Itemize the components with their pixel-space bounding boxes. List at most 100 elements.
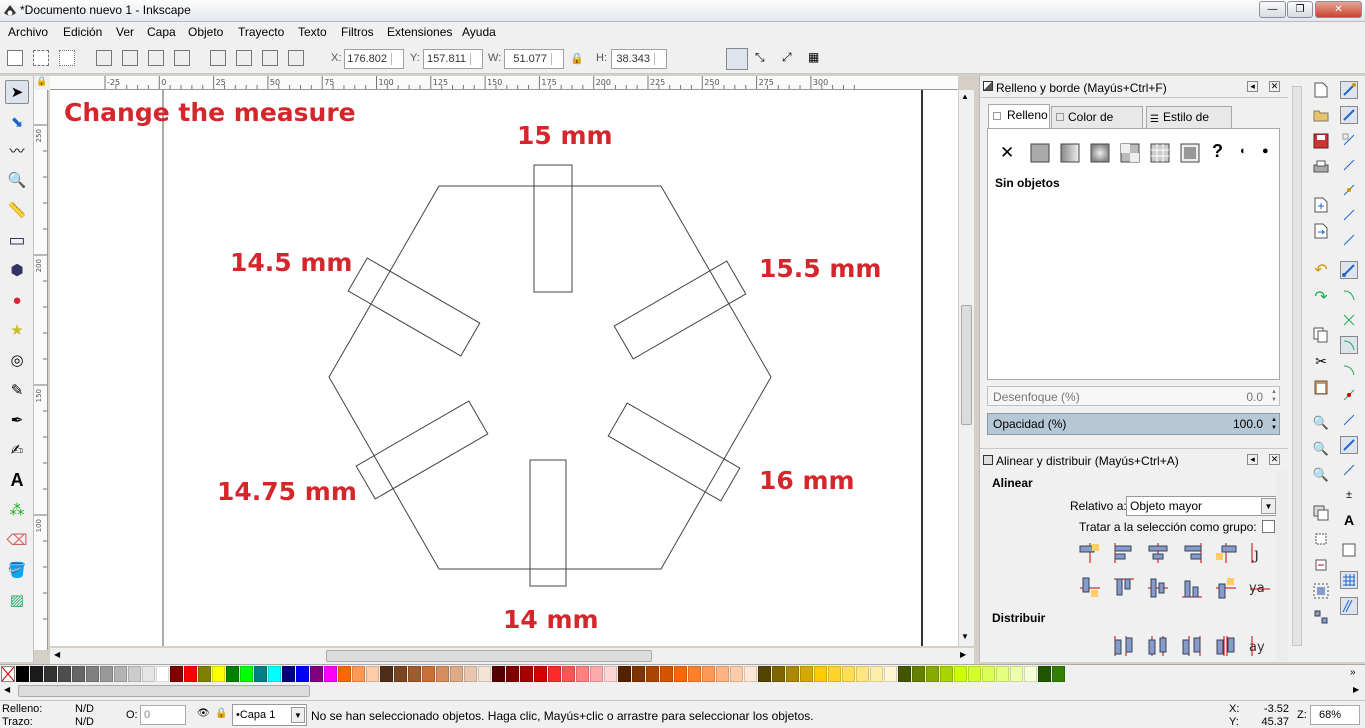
color-swatch[interactable] [548, 666, 561, 682]
scale-corners-icon[interactable]: ⤡ [755, 50, 771, 66]
color-swatch[interactable] [30, 666, 43, 682]
linear-gradient-icon[interactable] [1060, 143, 1080, 163]
distribute-left-icon[interactable] [1112, 634, 1136, 658]
scale-stroke-icon[interactable] [726, 48, 748, 70]
group-checkbox[interactable] [1262, 520, 1275, 533]
color-swatch[interactable] [884, 666, 897, 682]
tab-relleno[interactable]: Relleno [988, 104, 1050, 129]
snap-rotation-center-icon[interactable] [1340, 436, 1358, 454]
color-swatch[interactable] [268, 666, 281, 682]
color-swatch[interactable] [282, 666, 295, 682]
align-bottom-to-top-icon[interactable] [1078, 576, 1102, 600]
y-input[interactable]: 157.811 [423, 49, 483, 69]
color-swatch[interactable] [814, 666, 827, 682]
opacity-spin-icon[interactable]: ▲ ▼ [1271, 416, 1277, 432]
color-swatch[interactable] [492, 666, 505, 682]
color-swatch[interactable] [660, 666, 673, 682]
move-patterns-icon[interactable]: ▦ [808, 50, 824, 66]
align-collapse-icon[interactable]: ◂ [1247, 454, 1258, 465]
pen-tool-icon[interactable]: ✒ [5, 408, 29, 432]
align-text-vertical-icon[interactable]: ya [1248, 576, 1272, 600]
scroll-down-icon[interactable]: ▼ [961, 632, 969, 641]
color-swatch[interactable] [254, 666, 267, 682]
color-swatch[interactable] [184, 666, 197, 682]
color-swatch[interactable] [1052, 666, 1065, 682]
center-horizontal-icon[interactable] [1146, 541, 1170, 565]
menu-ver[interactable]: Ver [116, 25, 134, 39]
color-swatch[interactable] [44, 666, 57, 682]
layer-select[interactable]: •Capa 1 ▼ [232, 704, 307, 726]
snap-smooth-nodes-icon[interactable] [1340, 361, 1358, 379]
color-swatch[interactable] [800, 666, 813, 682]
color-swatch[interactable] [786, 666, 799, 682]
no-paint-icon[interactable]: ✕ [1000, 143, 1014, 163]
palette-scrollbar[interactable]: ◀ ▶ [0, 683, 1365, 700]
slot-upper-left[interactable] [347, 257, 481, 357]
zoom-page-icon[interactable]: 🔍 [1312, 466, 1330, 484]
color-swatch[interactable] [590, 666, 603, 682]
align-left-icon[interactable] [1112, 541, 1136, 565]
command-bar-scroll[interactable] [1292, 86, 1302, 646]
blur-spin-icon[interactable]: ▲ ▼ [1271, 388, 1277, 404]
snap-bbox-midpoint-icon[interactable] [1340, 181, 1358, 199]
save-document-icon[interactable] [1312, 132, 1330, 150]
color-swatch[interactable] [436, 666, 449, 682]
scroll-right-icon[interactable]: ▶ [960, 650, 966, 659]
color-swatch[interactable] [898, 666, 911, 682]
align-text-baseline-icon[interactable]: ȷ [1248, 541, 1272, 565]
snap-text-icon[interactable]: A [1340, 511, 1358, 529]
hexagon-shape[interactable] [328, 185, 772, 570]
color-swatch[interactable] [828, 666, 841, 682]
color-swatch[interactable] [674, 666, 687, 682]
measure-tool-icon[interactable]: 📏 [5, 198, 29, 222]
lower-to-bottom-icon[interactable] [288, 50, 304, 66]
open-document-icon[interactable] [1312, 106, 1330, 124]
bucket-tool-icon[interactable]: 🪣 [5, 558, 29, 582]
minimize-button[interactable]: — [1259, 1, 1286, 18]
close-button[interactable]: ✕ [1315, 1, 1362, 18]
drawing-canvas[interactable]: Change the measure 15 mm 14.5 mm 15.5 mm… [50, 90, 958, 646]
ungroup-icon[interactable] [1312, 608, 1330, 626]
color-swatch[interactable] [324, 666, 337, 682]
color-swatch[interactable] [366, 666, 379, 682]
distribute-center-icon[interactable] [1146, 634, 1170, 658]
color-swatch[interactable] [86, 666, 99, 682]
color-swatch[interactable] [702, 666, 715, 682]
new-document-icon[interactable] [1312, 81, 1330, 99]
fill-rule-nonzero-icon[interactable]: ● [1262, 145, 1269, 157]
lower-icon[interactable] [262, 50, 278, 66]
color-swatch[interactable] [380, 666, 393, 682]
spiral-tool-icon[interactable]: ◎ [5, 348, 29, 372]
calligraphy-tool-icon[interactable]: ✍ [5, 438, 29, 462]
text-tool-icon[interactable]: A [5, 468, 29, 492]
align-close-icon[interactable]: ✕ [1269, 454, 1280, 465]
ellipse-tool-icon[interactable]: ● [5, 288, 29, 312]
color-swatch[interactable] [128, 666, 141, 682]
flip-horizontal-icon[interactable] [148, 50, 164, 66]
color-swatch[interactable] [142, 666, 155, 682]
unset-paint-icon[interactable]: ? [1212, 141, 1223, 162]
color-swatch[interactable] [688, 666, 701, 682]
color-swatch[interactable] [730, 666, 743, 682]
h-input[interactable]: 38.343 [611, 49, 667, 69]
export-icon[interactable] [1312, 222, 1330, 240]
color-swatch[interactable] [16, 666, 29, 682]
move-gradients-icon[interactable]: ⤢ [782, 50, 798, 66]
snap-nodes-icon[interactable] [1340, 261, 1358, 279]
layer-visibility-icon[interactable]: 👁 [197, 708, 210, 719]
pattern-icon[interactable] [1150, 143, 1170, 163]
x-input[interactable]: 176.802 [344, 49, 404, 69]
paste-icon[interactable] [1312, 378, 1330, 396]
cut-icon[interactable]: ✂ [1312, 352, 1330, 370]
scroll-up-icon[interactable]: ▲ [961, 92, 969, 101]
eraser-tool-icon[interactable]: ⌫ [5, 528, 29, 552]
color-swatch[interactable] [1038, 666, 1051, 682]
color-swatch[interactable] [716, 666, 729, 682]
color-swatch[interactable] [352, 666, 365, 682]
color-swatch[interactable] [240, 666, 253, 682]
distribute-gaps-icon[interactable] [1214, 634, 1238, 658]
rectangle-tool-icon[interactable]: ▭ [5, 228, 29, 252]
horizontal-scroll-thumb[interactable] [326, 650, 652, 662]
color-swatch[interactable] [212, 666, 225, 682]
color-swatch[interactable] [422, 666, 435, 682]
